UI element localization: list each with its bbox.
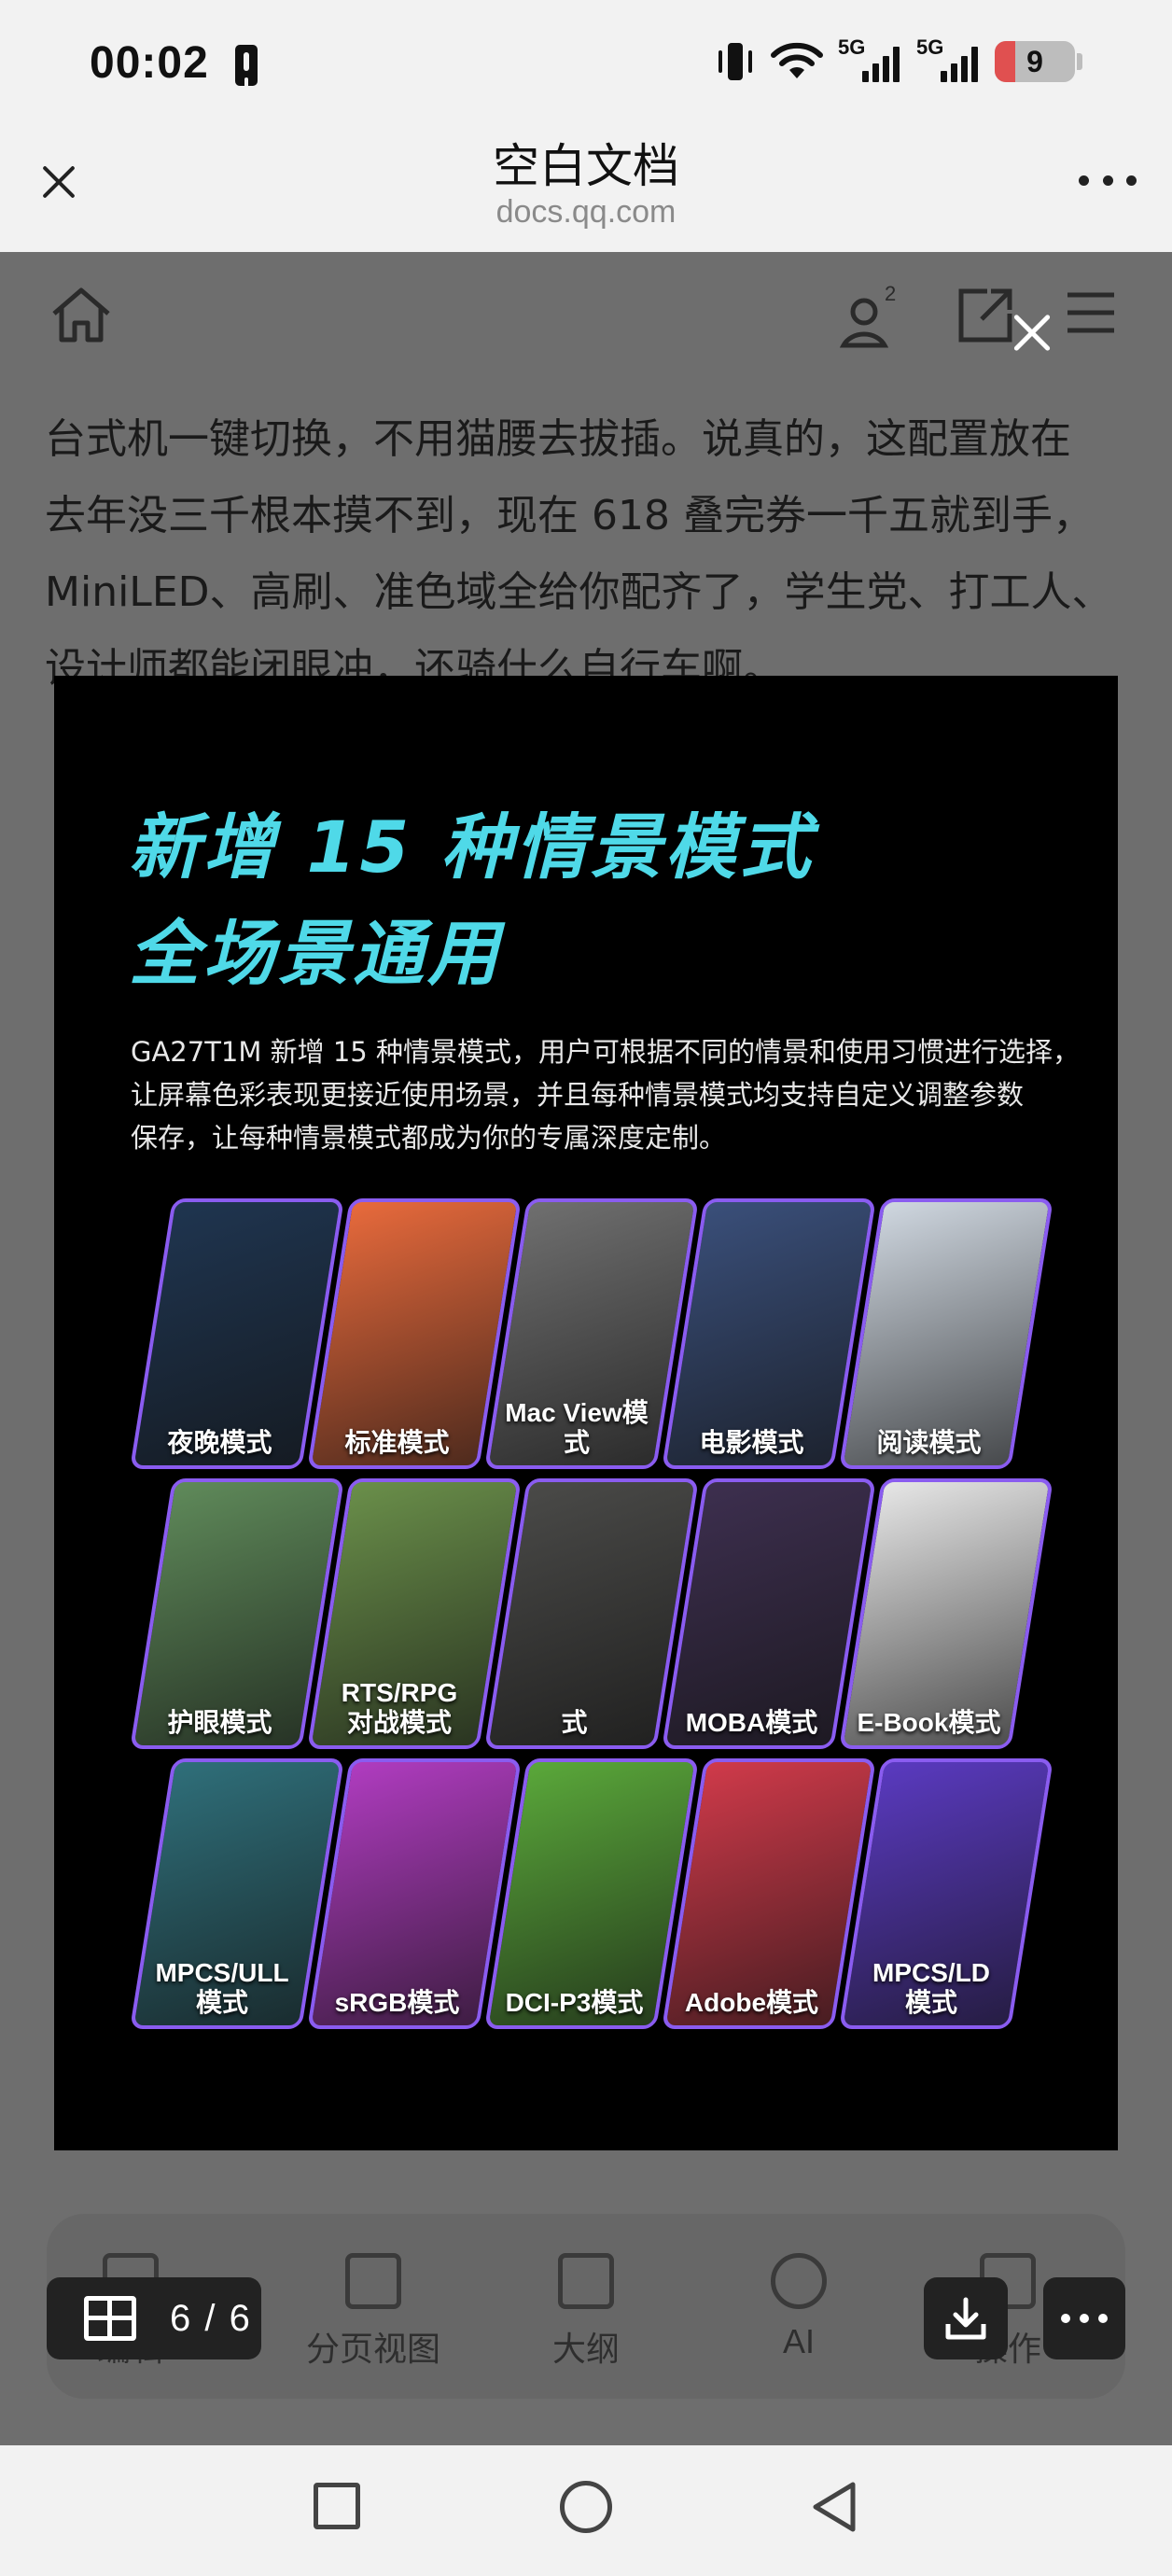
mode-tile: MOBA模式 [662,1478,876,1749]
wifi-icon [771,42,823,78]
description-line: 保存，让每种情景模式都成为你的专属深度定制。 [131,1122,727,1154]
mode-tile: 标准模式 [307,1198,522,1469]
mode-tile: DCI-P3模式 [484,1758,699,2029]
home-nav-icon[interactable] [560,2481,612,2533]
signal-label-2: 5G [916,35,944,59]
mode-tile: 电影模式 [662,1198,876,1469]
mode-label: MPCS/LD 模式 [872,1958,991,2017]
mode-tile: 夜晚模式 [130,1198,344,1469]
mode-label: 标准模式 [344,1428,450,1457]
mode-tile: RTS/RPG 对战模式 [307,1478,522,1749]
mode-tile: MPCS/LD 模式 [839,1758,1053,2029]
description-line: GA27T1M 新增 15 种情景模式，用户可根据不同的情景和使用习惯进行选择， [131,1036,1080,1068]
toolbar-item-outline[interactable]: 大纲 [511,2253,661,2371]
ai-icon [771,2253,827,2309]
mode-tile: 护眼模式 [130,1478,344,1749]
download-button[interactable] [924,2277,1008,2359]
document-toolbar: 2 [0,252,1172,383]
mode-label: 阅读模式 [876,1428,982,1457]
browser-header: 空白文档 docs.qq.com [0,119,1172,252]
signal-icon-1: 5G [838,35,903,82]
back-icon[interactable] [808,2479,860,2535]
mode-tile: Adobe模式 [662,1758,876,2029]
toolbar-item-page-view[interactable]: 分页视图 [299,2253,448,2371]
page-domain: docs.qq.com [495,194,677,230]
mode-label: sRGB模式 [334,1988,460,2017]
mode-label: RTS/RPG 对战模式 [341,1678,458,1737]
system-nav-bar [0,2445,1172,2576]
page-number: 6 / 6 [170,2297,252,2339]
viewer-more-button[interactable] [1043,2277,1125,2359]
page-title: 空白文档 [493,140,679,192]
toolbar-label: 分页视图 [305,2330,440,2368]
mode-label: MPCS/ULL 模式 [155,1958,289,2017]
mode-label: Adobe模式 [684,1988,819,2017]
mode-label: MOBA模式 [685,1708,818,1737]
mode-label: 式 [561,1708,588,1737]
viewer-close-icon[interactable] [1006,306,1058,358]
mode-tile: 阅读模式 [839,1198,1053,1469]
status-time: 00:02 [90,38,209,88]
mode-tile: MPCS/ULL 模式 [130,1758,344,2029]
page-counter[interactable]: 6 / 6 [47,2277,261,2359]
battery-level: 9 [1026,45,1043,78]
status-bar: 00:02 5G 5G 9 [0,0,1172,119]
recents-icon[interactable] [314,2483,360,2529]
toolbar-label: 大纲 [551,2330,620,2368]
status-indicators: 5G 5G 9 [715,35,1082,88]
toolbar-label: AI [782,2322,815,2360]
user-icon[interactable]: 2 [836,284,901,349]
paragraph-line: 台式机一键切换，不用猫腰去拔插。说真的，这配置放在 [45,415,1071,463]
mode-tile: sRGB模式 [307,1758,522,2029]
description-line: 让屏幕色彩表现更接近使用场景，并且每种情景模式均支持自定义调整参数 [131,1079,1025,1111]
image-preview: 新增 15 种情景模式 全场景通用 GA27T1M 新增 15 种情景模式，用户… [54,676,1118,2150]
home-icon[interactable] [49,286,114,345]
image-description: GA27T1M 新增 15 种情景模式，用户可根据不同的情景和使用习惯进行选择，… [131,1030,1082,1159]
vibrate-icon [715,41,756,82]
mode-label: DCI-P3模式 [505,1988,644,2017]
image-title-line-1: 新增 15 种情景模式 [129,805,815,889]
mode-label: 护眼模式 [167,1708,272,1737]
more-icon[interactable] [1079,175,1137,189]
grid-icon [84,2296,136,2341]
paragraph-line: 去年没三千根本摸不到，现在 618 叠完券一千五就到手， [45,492,1094,539]
mode-tile: 式 [484,1478,699,1749]
mode-label: Mac View模式 [505,1398,649,1457]
image-title-line-2: 全场景通用 [129,912,502,995]
mode-label: 电影模式 [699,1428,804,1457]
battery-icon: 9 [995,41,1075,82]
outline-icon [558,2253,614,2309]
mode-tile: E-Book模式 [839,1478,1053,1749]
page-view-icon [345,2253,401,2309]
menu-icon[interactable] [1064,289,1118,336]
download-icon [945,2297,986,2340]
mode-tile: Mac View模式 [484,1198,699,1469]
signal-icon-2: 5G [916,35,982,82]
mode-label: 夜晚模式 [167,1428,272,1457]
document-paragraph: 台式机一键切换，不用猫腰去拔插。说真的，这配置放在 去年没三千根本摸不到，现在 … [45,401,1137,707]
alert-icon [235,45,258,86]
user-badge: 2 [885,284,896,305]
mode-label: E-Book模式 [857,1708,1001,1737]
signal-label-1: 5G [838,35,866,59]
toolbar-item-ai[interactable]: AI [724,2253,873,2361]
paragraph-line: MiniLED、高刷、准色域全给你配齐了，学生党、打工人、 [45,568,1113,616]
